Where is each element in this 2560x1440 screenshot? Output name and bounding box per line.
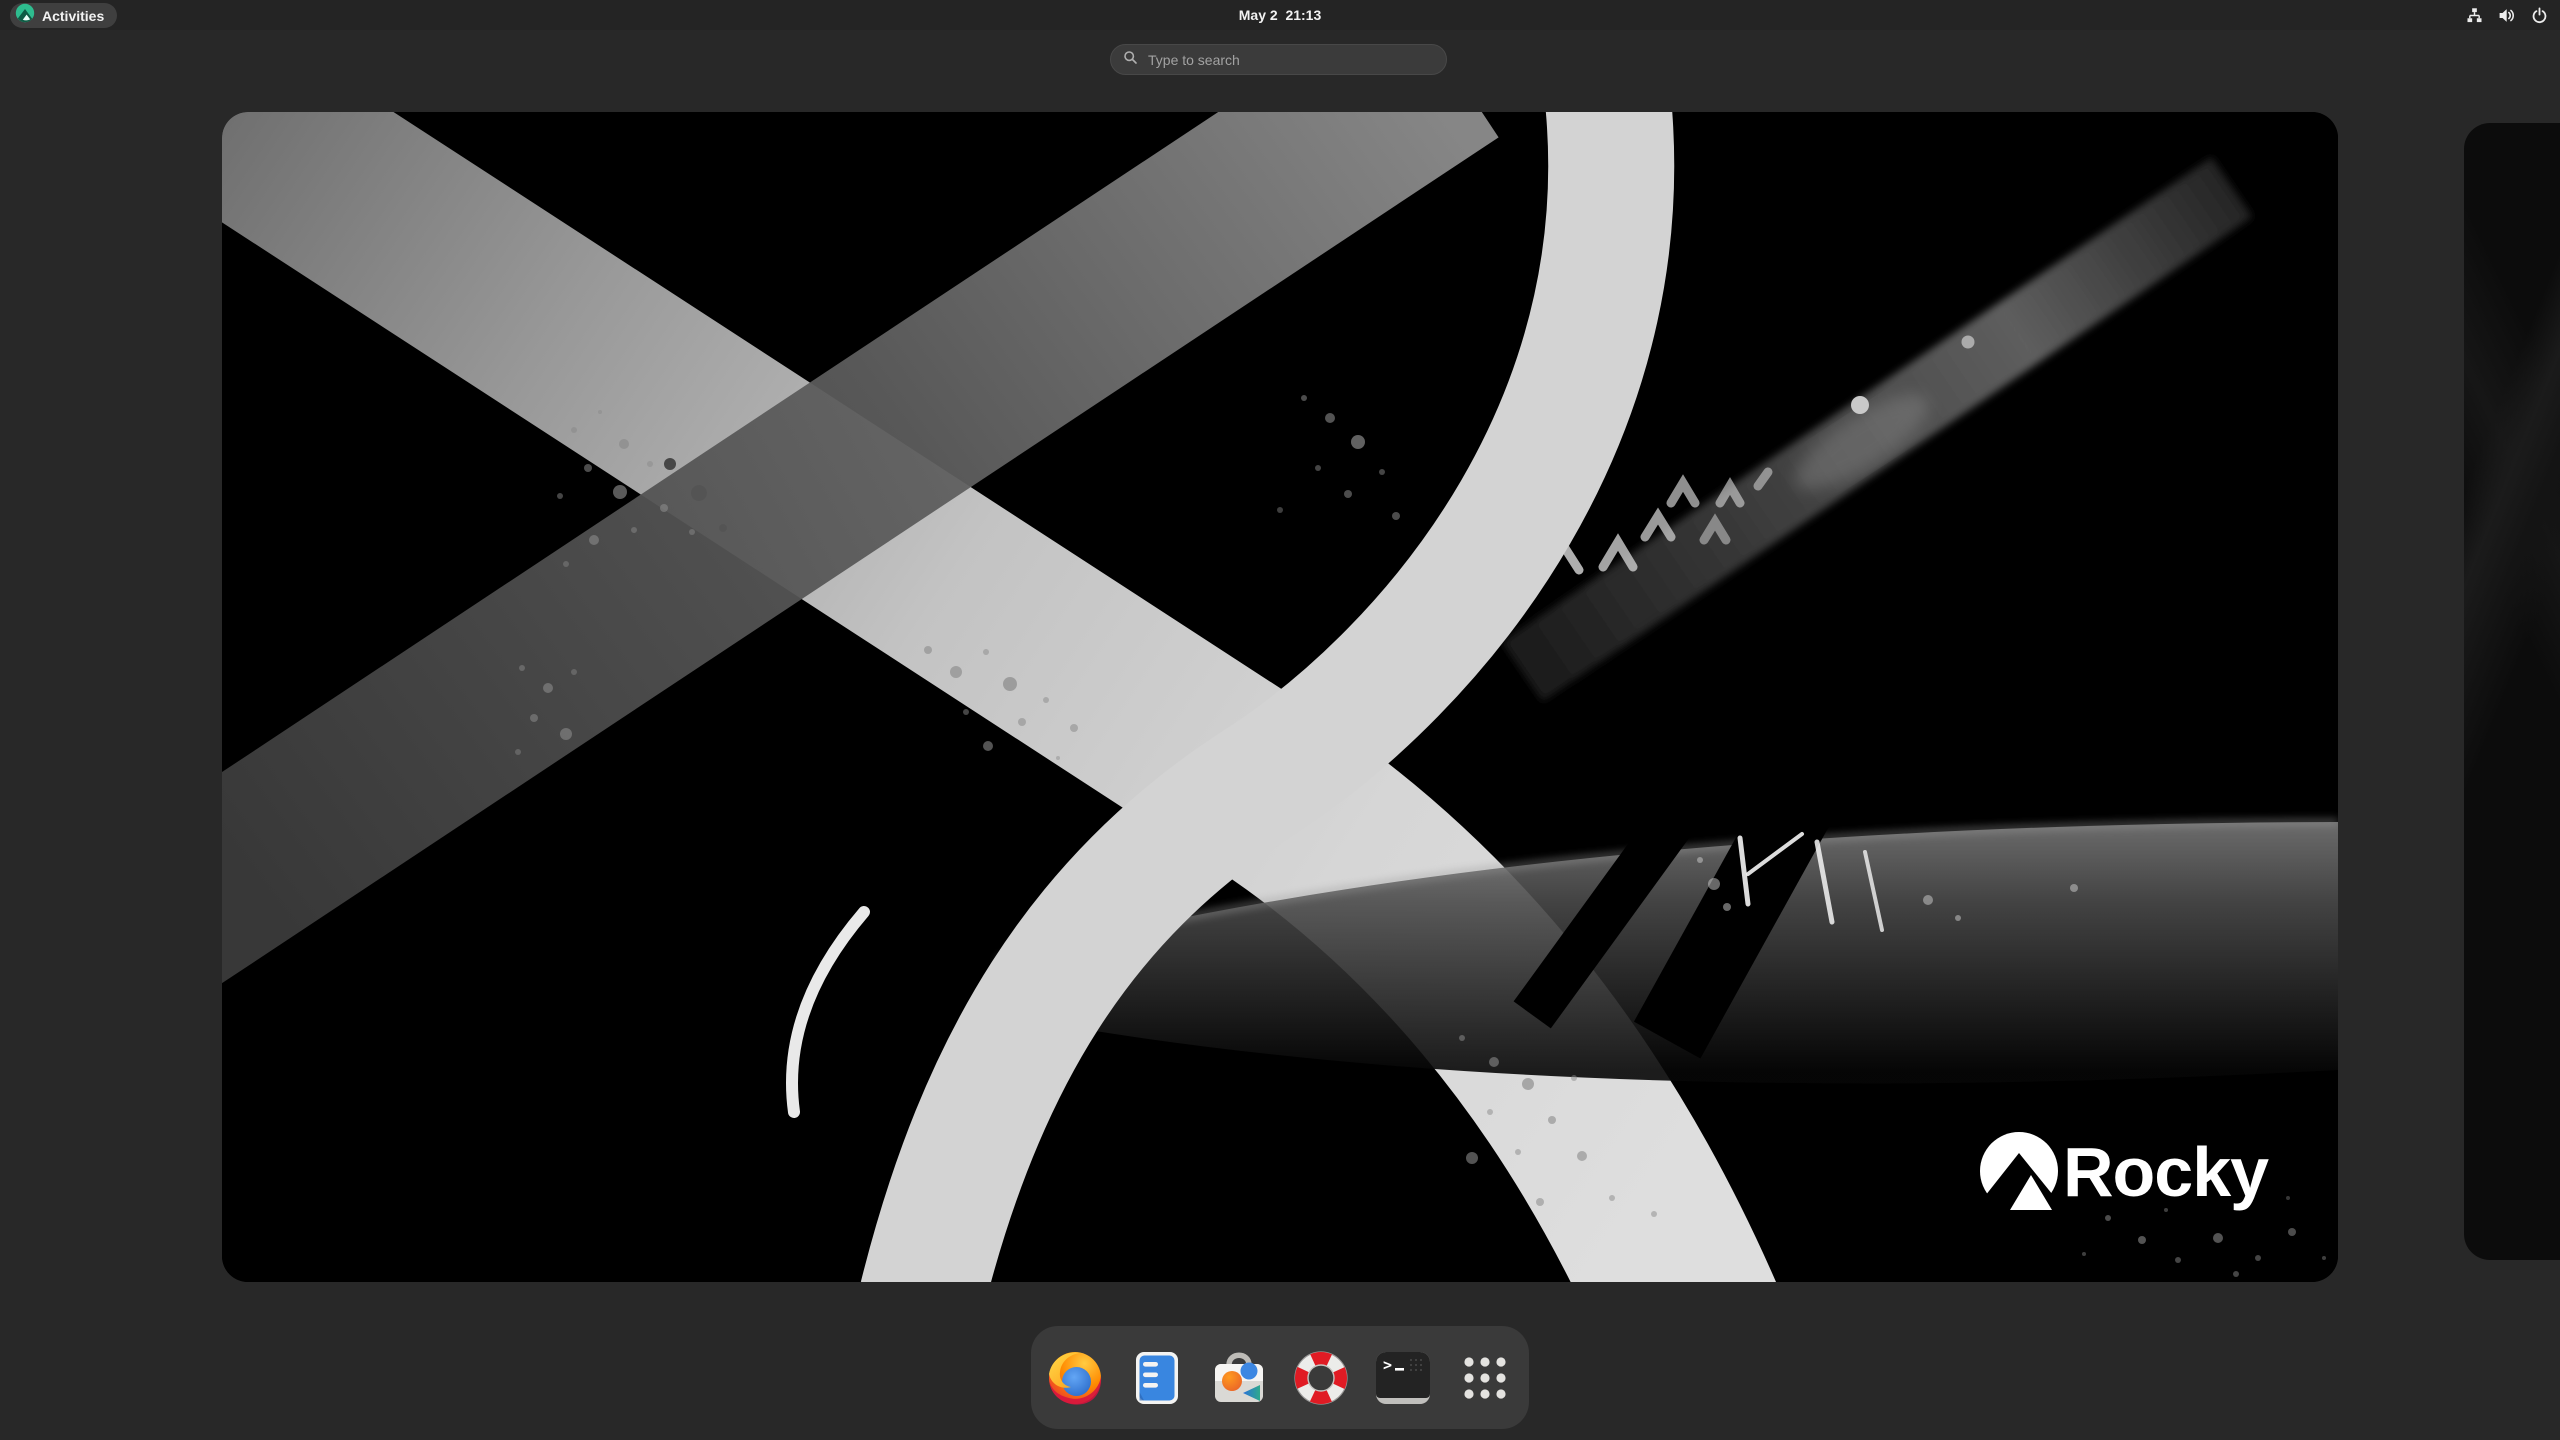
dock-item-firefox[interactable] <box>1046 1349 1104 1407</box>
power-icon[interactable] <box>2531 6 2548 24</box>
dock-item-files[interactable] <box>1128 1349 1186 1407</box>
dash-dock: > <box>1031 1326 1529 1429</box>
system-status-area[interactable] <box>2466 0 2548 30</box>
terminal-icon: > <box>1376 1351 1430 1404</box>
workspace-preview-next[interactable] <box>2464 123 2560 1260</box>
software-store-icon <box>1215 1352 1263 1402</box>
workspace-preview-current[interactable]: Rocky <box>222 112 2338 1282</box>
files-icon <box>1136 1351 1178 1404</box>
clock[interactable]: May 2 21:13 <box>0 0 2560 30</box>
top-bar: Activities May 2 21:13 <box>0 0 2560 30</box>
dock-item-software[interactable] <box>1210 1349 1268 1407</box>
search-input[interactable] <box>1146 50 1434 69</box>
firefox-icon <box>1049 1351 1102 1405</box>
search-icon <box>1123 50 1138 70</box>
dock-item-help[interactable] <box>1292 1349 1350 1407</box>
dock-item-terminal[interactable]: > <box>1374 1349 1432 1407</box>
app-grid-icon <box>1464 1356 1506 1399</box>
rocky-logo-text: Rocky <box>2063 1133 2269 1211</box>
svg-text:>: > <box>1383 1356 1392 1374</box>
help-lifebuoy-icon <box>1294 1350 1348 1405</box>
rocky-wallpaper-logo: Rocky <box>1974 1132 2270 1211</box>
dock-item-app-grid[interactable] <box>1456 1349 1514 1407</box>
gnome-activities-overview: Activities May 2 21:13 Type to search Ro… <box>0 0 2560 1440</box>
network-wired-icon[interactable] <box>2466 7 2483 24</box>
volume-icon[interactable] <box>2498 7 2516 24</box>
search-bar[interactable] <box>1110 44 1447 75</box>
rocky-wallpaper-art: Rocky <box>222 112 2338 1282</box>
